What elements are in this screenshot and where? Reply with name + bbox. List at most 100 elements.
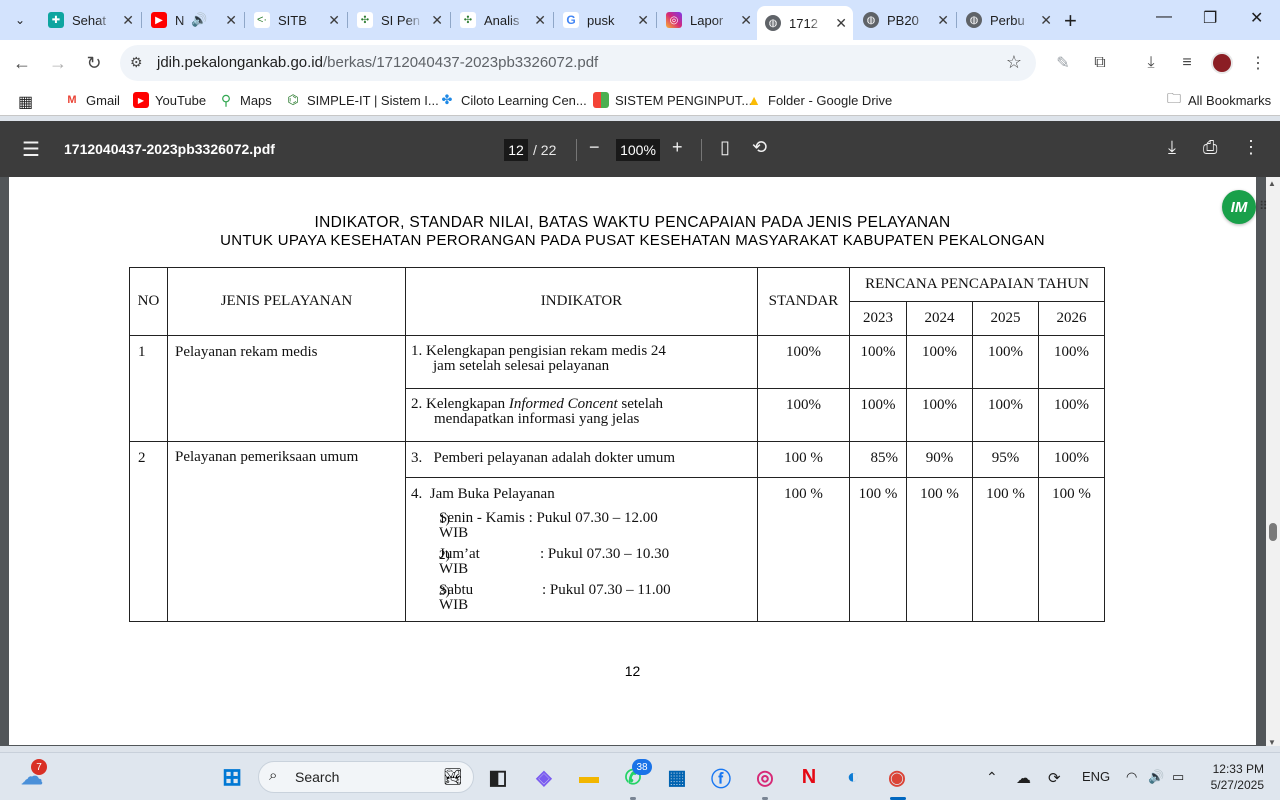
scroll-down-arrow-icon[interactable]: ▼ <box>1268 738 1276 747</box>
pdf-more-icon[interactable]: ⋮ <box>1242 137 1260 158</box>
windows-start-icon[interactable]: ⊞ <box>216 761 248 793</box>
bookmark-google-drive[interactable]: ▲ Folder - Google Drive <box>746 92 892 108</box>
scroll-up-arrow-icon[interactable]: ▲ <box>1268 179 1276 188</box>
battery-icon[interactable]: ▭ <box>1172 769 1184 785</box>
volume-icon[interactable]: 🔊 <box>1148 769 1164 785</box>
close-icon[interactable]: ✕ <box>1040 12 1052 29</box>
standar-value: 100% <box>757 388 850 442</box>
all-bookmarks-folder[interactable]: 🗀 All Bookmarks <box>1166 90 1271 108</box>
minimize-button[interactable]: — <box>1156 8 1172 26</box>
bookmark-gmail[interactable]: M Gmail <box>64 92 120 108</box>
tab-perbup[interactable]: ◍ Perbu ✕ <box>958 6 1058 34</box>
close-icon[interactable]: ✕ <box>937 12 949 29</box>
address-bar[interactable]: ⚙ jdih.pekalongankab.go.id/berkas/171204… <box>120 45 1036 81</box>
bookmark-sistem[interactable]: SISTEM PENGINPUT... <box>593 92 752 108</box>
weather-badge: 7 <box>31 759 47 775</box>
tab-instagram[interactable]: ◎ Lapor ✕ <box>658 6 758 34</box>
bookmark-simple-it[interactable]: ⌬ SIMPLE-IT | Sistem I... <box>285 92 438 108</box>
edge-icon[interactable]: ◐ <box>837 761 869 793</box>
extensions-puzzle-icon[interactable]: ⧉ <box>1089 52 1111 74</box>
tab-search-button[interactable]: ⌄ <box>8 8 32 32</box>
netflix-icon[interactable]: N <box>793 761 825 793</box>
profile-avatar[interactable] <box>1211 52 1233 74</box>
rotate-icon[interactable]: ⟲ <box>752 137 767 158</box>
page-footer-number: 12 <box>624 663 641 679</box>
tab-google-search[interactable]: G pusk ✕ <box>555 6 655 34</box>
facebook-icon[interactable]: ⓕ <box>705 761 737 793</box>
sync-icon[interactable]: ⟳ <box>1048 769 1061 787</box>
microsoft-store-icon[interactable]: ▦ <box>661 761 693 793</box>
close-icon[interactable]: ✕ <box>740 12 752 29</box>
tab-separator <box>450 12 451 28</box>
system-clock[interactable]: 12:33 PM 5/27/2025 <box>1198 761 1264 793</box>
new-tab-button[interactable]: + <box>1064 8 1077 34</box>
drag-handle-icon[interactable]: ⠿ <box>1259 199 1268 213</box>
bookmark-youtube[interactable]: ▶ YouTube <box>133 92 206 108</box>
restore-button[interactable]: ❐ <box>1203 8 1217 28</box>
file-explorer-icon[interactable]: ▬ <box>573 761 605 793</box>
forward-button[interactable]: → <box>46 51 70 75</box>
zoom-level-input[interactable]: 100% <box>616 139 660 161</box>
zoom-in-button[interactable]: + <box>672 137 683 158</box>
year-value: 90% <box>906 441 973 478</box>
back-button[interactable]: ← <box>10 51 34 75</box>
site-info-icon[interactable]: ⚙ <box>130 54 143 71</box>
media-control-icon[interactable]: ≡ <box>1176 52 1198 74</box>
wifi-icon[interactable]: ◠ <box>1126 769 1137 785</box>
tab-pdf-active[interactable]: ◍ 1712 ✕ <box>757 6 853 40</box>
bookmark-ciloto[interactable]: ✤ Ciloto Learning Cen... <box>439 92 587 108</box>
scrollbar[interactable] <box>1266 177 1280 746</box>
instagram-icon[interactable]: ◎ <box>749 761 781 793</box>
close-icon[interactable]: ✕ <box>122 12 134 29</box>
speaker-icon[interactable]: 🔊 <box>191 12 207 28</box>
year-value: 100% <box>1038 335 1105 389</box>
close-icon[interactable]: ✕ <box>835 15 847 32</box>
url-text[interactable]: jdih.pekalongankab.go.id/berkas/17120404… <box>157 54 598 71</box>
task-view-icon[interactable]: ◧ <box>482 761 514 793</box>
chrome-icon[interactable]: ◉ <box>881 761 913 793</box>
print-icon[interactable]: ⎙ <box>1203 137 1217 158</box>
tab-sitb[interactable]: <· SITB ✕ <box>246 6 346 34</box>
close-icon[interactable]: ✕ <box>431 12 443 29</box>
onedrive-icon[interactable]: ☁ <box>1016 769 1031 787</box>
youtube-icon: ▶ <box>133 92 149 108</box>
reload-button[interactable]: ↻ <box>82 51 106 75</box>
schedule-num: 1) <box>439 511 450 526</box>
close-window-button[interactable]: ✕ <box>1250 8 1263 28</box>
close-icon[interactable]: ✕ <box>328 12 340 29</box>
tab-separator <box>244 12 245 28</box>
header-rencana: RENCANA PENCAPAIAN TAHUN <box>849 267 1105 302</box>
close-icon[interactable]: ✕ <box>225 12 237 29</box>
scrollbar-thumb[interactable] <box>1269 523 1277 541</box>
standar-value: 100% <box>757 335 850 389</box>
language-indicator[interactable]: ENG <box>1082 769 1110 784</box>
download-icon[interactable]: ⤓ <box>1140 52 1162 74</box>
tab-youtube[interactable]: ▶ N 🔊 ✕ <box>143 6 243 34</box>
close-icon[interactable]: ✕ <box>637 12 649 29</box>
row-no: 1 <box>129 335 168 442</box>
schedule-text: Senin - Kamis : Pukul 07.30 – 12.00 WIB <box>439 511 658 541</box>
apps-grid-icon[interactable]: ▦ <box>18 92 33 112</box>
google-icon: G <box>563 12 579 28</box>
chevron-up-icon[interactable]: ⌃ <box>986 769 998 786</box>
tab-analisis[interactable]: ✣ Analis ✕ <box>452 6 552 34</box>
pdf-download-icon[interactable]: ⤓ <box>1168 137 1176 158</box>
page-number-input[interactable]: 12 <box>504 139 528 161</box>
tab-pb20[interactable]: ◍ PB20 ✕ <box>855 6 955 34</box>
tab-sehat[interactable]: ✚ Sehat ✕ <box>40 6 140 34</box>
zoom-out-button[interactable]: − <box>589 137 600 158</box>
clock-date: 5/27/2025 <box>1210 778 1264 792</box>
extension-pin-icon[interactable]: ✎ <box>1052 52 1074 74</box>
extension-badge[interactable]: IM <box>1222 190 1256 224</box>
bookmark-label: Maps <box>240 92 272 108</box>
taskbar-search[interactable]: ⌕ Search 🏞 <box>258 761 474 793</box>
copilot-icon[interactable]: ◈ <box>528 761 560 793</box>
more-menu-icon[interactable]: ⋮ <box>1247 52 1269 74</box>
bookmark-star-icon[interactable]: ☆ <box>1006 52 1022 73</box>
year-value: 100 % <box>972 477 1039 622</box>
fit-page-icon[interactable]: ▯ <box>720 137 730 158</box>
close-icon[interactable]: ✕ <box>534 12 546 29</box>
pdf-sidebar-menu-icon[interactable]: ☰ <box>22 137 40 162</box>
tab-sipen[interactable]: ✣ SI Pen ✕ <box>349 6 449 34</box>
bookmark-maps[interactable]: ⚲ Maps <box>218 92 272 108</box>
